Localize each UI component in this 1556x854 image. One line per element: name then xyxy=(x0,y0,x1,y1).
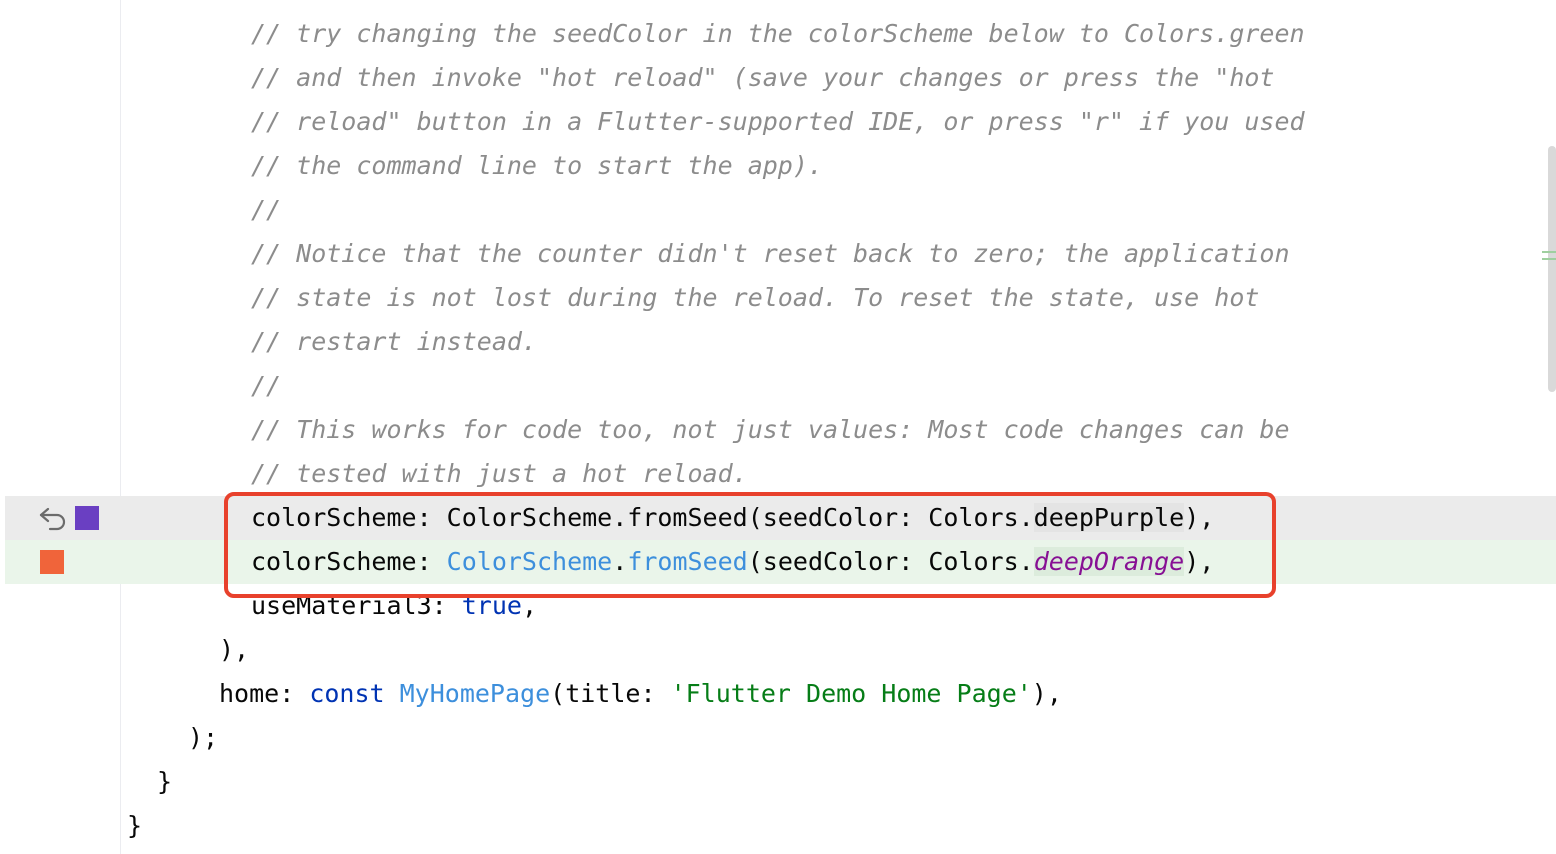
comment-line[interactable]: // and then invoke "hot reload" (save yo… xyxy=(121,56,1556,100)
undo-arrow-icon[interactable] xyxy=(38,505,68,531)
change-marker xyxy=(1542,258,1556,260)
comment-line[interactable]: // try changing the seedColor in the col… xyxy=(121,12,1556,56)
code-line-close-paren[interactable]: ), xyxy=(121,628,1556,672)
comment-line[interactable]: // xyxy=(121,188,1556,232)
comment-line[interactable]: // restart instead. xyxy=(121,320,1556,364)
comment-line[interactable]: // tested with just a hot reload. xyxy=(121,452,1556,496)
code-line-close-semicolon[interactable]: ); xyxy=(121,716,1556,760)
line-gutter xyxy=(0,0,121,854)
code-line-close-brace-outer[interactable]: } xyxy=(121,804,1556,848)
vertical-scrollbar[interactable] xyxy=(1548,146,1556,392)
home-const: const xyxy=(309,679,400,708)
change-marker xyxy=(1542,251,1556,253)
home-end: ), xyxy=(1031,679,1062,708)
comment-line[interactable]: // state is not lost during the reload. … xyxy=(121,276,1556,320)
comment-line[interactable]: // xyxy=(121,364,1556,408)
code-editor[interactable]: // try changing the seedColor in the col… xyxy=(121,0,1556,854)
home-key: home: xyxy=(219,679,310,708)
highlight-annotation-box xyxy=(224,492,1276,598)
color-swatch-deep-purple-icon[interactable] xyxy=(75,506,99,530)
comment-line[interactable]: // This works for code too, not just val… xyxy=(121,408,1556,452)
home-class: MyHomePage xyxy=(399,679,551,708)
code-line-close-brace-inner[interactable]: } xyxy=(121,760,1556,804)
comment-line[interactable]: // Notice that the counter didn't reset … xyxy=(121,232,1556,276)
code-line-home[interactable]: home: const MyHomePage(title: 'Flutter D… xyxy=(121,672,1556,716)
comment-line[interactable]: // the command line to start the app). xyxy=(121,144,1556,188)
comment-line[interactable]: // reload" button in a Flutter-supported… xyxy=(121,100,1556,144)
color-swatch-deep-orange-icon[interactable] xyxy=(40,550,64,574)
home-title-string: 'Flutter Demo Home Page' xyxy=(670,679,1032,708)
home-open: (title: xyxy=(550,679,671,708)
